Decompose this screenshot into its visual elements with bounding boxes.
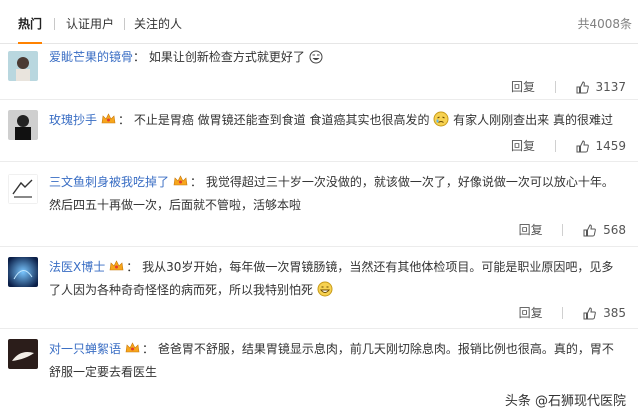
comment-body: 对一只蝉絮语： 爸爸胃不舒服，结果胃镜显示息肉，前几天刚切除息肉。报销比例也很高… (49, 342, 614, 379)
avatar[interactable] (8, 257, 38, 287)
comment-actions: 回复 1459 (511, 137, 626, 155)
comment-username[interactable]: 对一只蝉絮语 (49, 342, 121, 356)
comment-item: 三文鱼刺身被我吃掉了： 我觉得超过三十岁一次没做的，就该做一次了，好像说做一次可… (0, 162, 638, 247)
action-divider (554, 81, 556, 93)
thumbs-up-icon (576, 81, 589, 94)
reply-button[interactable]: 回复 (511, 137, 535, 155)
avatar-image-icon (8, 257, 38, 287)
tab-divider (54, 18, 55, 30)
avatar-image-icon (8, 110, 38, 140)
crying-emoji-icon (433, 111, 449, 135)
comment-tab-bar: 热门 认证用户 关注的人 共4008条 (0, 0, 638, 44)
like-button[interactable]: 1459 (576, 137, 626, 155)
comment-total-count: 共4008条 (577, 17, 632, 31)
like-button[interactable]: 385 (583, 304, 626, 322)
avatar-image-icon (8, 51, 38, 81)
like-button[interactable]: 3137 (576, 78, 626, 96)
avatar[interactable] (8, 110, 38, 140)
comment-actions: 回复 385 (519, 304, 626, 322)
comment-body: 法医X博士： 我从30岁开始，每年做一次胃镜肠镜，当然还有其他体检项目。可能是职… (49, 256, 624, 305)
thumbs-up-icon (576, 140, 589, 153)
tab-verified-users[interactable]: 认证用户 (66, 0, 114, 43)
tab-following[interactable]: 关注的人 (134, 0, 182, 43)
comment-body: 三文鱼刺身被我吃掉了： 我觉得超过三十岁一次没做的，就该做一次了，好像说做一次可… (49, 175, 614, 212)
vip-crown-icon (109, 260, 124, 271)
comment-item: 爱眦芒果的镜骨： 如果让创新检查方式就更好了 回复 3137 (0, 44, 638, 100)
comment-actions: 回复 568 (519, 221, 626, 239)
action-divider (562, 307, 564, 319)
like-count: 385 (603, 306, 626, 320)
avatar-image-icon (8, 174, 38, 204)
avatar[interactable] (8, 339, 38, 369)
comment-username[interactable]: 三文鱼刺身被我吃掉了 (49, 175, 169, 189)
comment-text: 不止是胃癌 做胃镜还能查到食道 食道癌其实也很高发的 (133, 113, 430, 127)
laughing-emoji-icon (309, 49, 323, 72)
reply-button[interactable]: 回复 (511, 78, 535, 96)
comment-username[interactable]: 法医X博士 (49, 260, 105, 274)
reply-button[interactable]: 回复 (519, 304, 543, 322)
action-divider (562, 224, 564, 236)
like-count: 1459 (595, 139, 626, 153)
like-count: 3137 (595, 80, 626, 94)
avatar[interactable] (8, 174, 38, 204)
comment-username[interactable]: 玫瑰抄手 (49, 113, 97, 127)
grinning-sweat-emoji-icon (317, 281, 333, 305)
thumbs-up-icon (583, 307, 597, 320)
comment-text: 如果让创新检查方式就更好了 (148, 50, 305, 64)
comment-item: 法医X博士： 我从30岁开始，每年做一次胃镜肠镜，当然还有其他体检项目。可能是职… (0, 247, 638, 329)
comment-actions: 回复 3137 (511, 78, 626, 96)
comment-body: 爱眦芒果的镜骨： 如果让创新检查方式就更好了 (49, 46, 626, 72)
comment-text-continued: 有家人刚刚查出来 真的很难过 (453, 113, 613, 127)
action-divider (554, 140, 556, 152)
avatar[interactable] (8, 51, 38, 81)
vip-crown-icon (101, 113, 116, 124)
like-button[interactable]: 568 (583, 221, 626, 239)
like-count: 568 (603, 223, 626, 237)
watermark: 头条 @石狮现代医院 (500, 392, 630, 412)
thumbs-up-icon (583, 224, 597, 237)
vip-crown-icon (125, 342, 140, 353)
tab-hot[interactable]: 热门 (18, 0, 43, 44)
tab-divider (124, 18, 125, 30)
comment-body: 玫瑰抄手： 不止是胃癌 做胃镜还能查到食道 食道癌其实也很高发的 有家人刚刚查出… (49, 109, 626, 135)
comment-username[interactable]: 爱眦芒果的镜骨 (49, 50, 133, 64)
vip-crown-icon (173, 175, 188, 186)
reply-button[interactable]: 回复 (519, 221, 543, 239)
avatar-image-icon (8, 339, 38, 369)
comment-item: 玫瑰抄手： 不止是胃癌 做胃镜还能查到食道 食道癌其实也很高发的 有家人刚刚查出… (0, 100, 638, 162)
